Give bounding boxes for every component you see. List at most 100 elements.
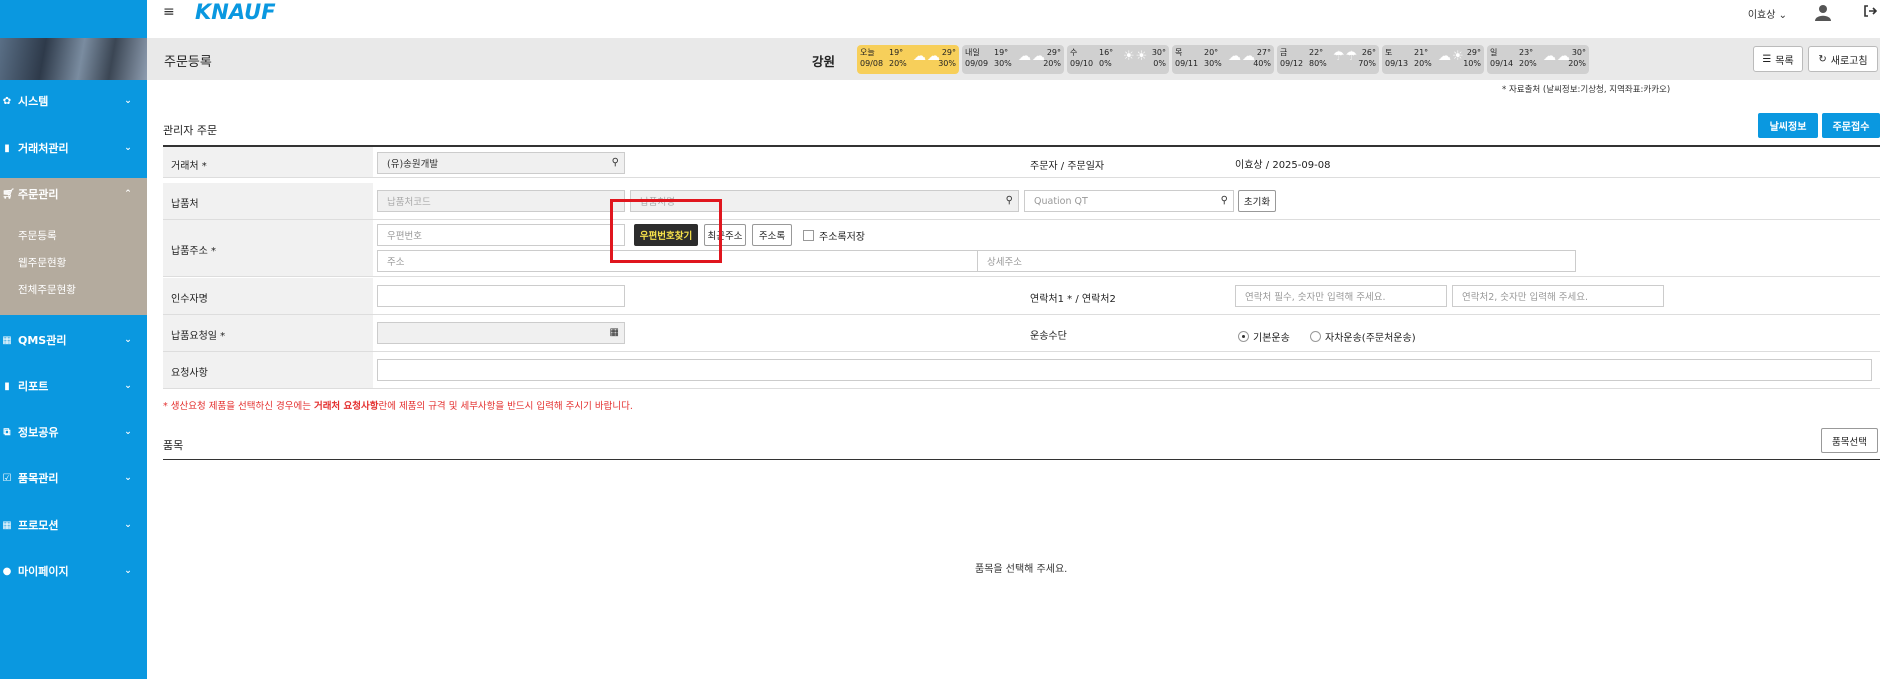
submenu-order-register[interactable]: 주문등록: [18, 228, 57, 243]
delivery-label: 납품처: [171, 199, 199, 210]
form-row-client: 거래처 * (유)송원개발 ⚲ 주문자 / 주문일자 이효상 / 2025-09…: [163, 147, 1880, 178]
logout-icon[interactable]: [1863, 4, 1877, 18]
contact2-input[interactable]: 연락처2, 숫자만 입력해 주세요.: [1452, 285, 1664, 307]
request-date-label: 납품요청일 *: [171, 331, 226, 342]
apps-icon: ▦: [2, 519, 12, 531]
chevron-down-icon: ⌄: [124, 473, 132, 483]
sidebar-item-products[interactable]: ☑ 품목관리 ⌄: [0, 467, 147, 489]
sidebar-item-mypage[interactable]: ● 마이페이지 ⌄: [0, 560, 147, 582]
form-row-request: 요청사항: [163, 352, 1880, 389]
client-label: 거래처 *: [171, 161, 207, 172]
form-row-address: 납품주소 * 우편번호 우편번호찾기 최근주소 주소록 주소록저장 주소 상세주…: [163, 220, 1880, 277]
delivery-code-input[interactable]: 납품처코드: [377, 190, 625, 212]
gear-icon: ✿: [2, 95, 12, 107]
sidebar-item-promotion[interactable]: ▦ 프로모션 ⌄: [0, 514, 147, 536]
reset-button[interactable]: 초기화: [1238, 190, 1276, 212]
save-address-checkbox[interactable]: [803, 230, 814, 241]
orderer-value: 이효상 / 2025-09-08: [1235, 160, 1331, 171]
chevron-down-icon: ⌄: [124, 427, 132, 437]
address-label: 납품주소 *: [171, 246, 216, 257]
page-header: 주문등록 강원 오늘 09/08 19° 20% ☁☁ 29° 30% 내일 09/09…: [147, 38, 1880, 80]
weather-card: 수 09/10 16° 0% ☀☀ 30° 0%: [1067, 45, 1169, 74]
cloud-icon: ☁☁: [1228, 49, 1256, 64]
recipient-label: 인수자명: [171, 294, 208, 305]
weather-region: 강원: [812, 54, 836, 69]
cloud-icon: ☁☁: [913, 49, 941, 64]
weather-card: 금 09/12 22° 80% ☂☂ 26° 70%: [1277, 45, 1379, 74]
weather-card: 목 09/11 20° 30% ☁☁ 27° 40%: [1172, 45, 1274, 74]
transport-label: 운송수단: [1030, 331, 1067, 342]
cart-icon: 🛒︎: [2, 188, 15, 200]
section-title: 관리자 주문: [163, 124, 218, 137]
recipient-input[interactable]: [377, 285, 625, 307]
sidebar-item-orders[interactable]: 🛒︎ 주문관리 ⌃: [0, 183, 147, 205]
list-button[interactable]: ☰ 목록: [1753, 46, 1803, 72]
highlight-box: [610, 199, 722, 263]
weather-card: 일 09/14 23° 20% ☁☁ 30° 20%: [1487, 45, 1589, 74]
sidebar-item-clients[interactable]: ▮ 거래처관리 ⌄: [0, 137, 147, 159]
user-icon: ●: [2, 565, 12, 577]
share-icon: ⧉: [3, 426, 11, 438]
cloud-sun-icon: ☁☀: [1438, 49, 1465, 64]
calendar-icon[interactable]: ▦: [610, 327, 619, 338]
page-title: 주문등록: [164, 55, 212, 70]
transport-own-label: 자차운송(주문처운송): [1325, 333, 1416, 344]
checklist-icon: ☑: [2, 472, 12, 484]
form-row-recipient: 인수자명 연락처1 * / 연락처2 연락처 필수, 숫자만 입력해 주세요. …: [163, 278, 1880, 315]
select-items-button[interactable]: 품목선택: [1821, 428, 1878, 453]
hamburger-menu-icon[interactable]: ≡: [163, 4, 175, 20]
request-date-input[interactable]: ▦: [377, 322, 625, 344]
chevron-down-icon: ⌄: [124, 566, 132, 576]
sidebar-item-system[interactable]: ✿ 시스템 ⌄: [0, 90, 147, 112]
grid-icon: ▦: [2, 334, 12, 346]
transport-default-radio[interactable]: [1238, 331, 1249, 342]
knauf-logo[interactable]: KNAUF: [195, 0, 276, 24]
weather-card: 내일 09/09 19° 30% ☁☁ 29° 20%: [962, 45, 1064, 74]
contact1-input[interactable]: 연락처 필수, 숫자만 입력해 주세요.: [1235, 285, 1447, 307]
sidebar-item-share[interactable]: ⧉ 정보공유 ⌄: [0, 421, 147, 443]
data-source-note: * 자료출처 (날씨정보:기상청, 지역좌표:카카오): [1502, 85, 1671, 95]
submenu-web-orders[interactable]: 웹주문현황: [18, 255, 66, 270]
refresh-button[interactable]: ↻ 새로고침: [1808, 46, 1878, 72]
submenu-all-orders[interactable]: 전체주문현황: [18, 282, 76, 297]
items-section-title: 품목: [163, 439, 184, 452]
chevron-up-icon: ⌃: [124, 189, 132, 199]
chevron-down-icon: ⌄: [124, 520, 132, 530]
search-icon[interactable]: ⚲: [612, 157, 619, 168]
rain-icon: ☂☂: [1333, 49, 1359, 64]
chevron-down-icon: ⌄: [124, 381, 132, 391]
sidebar: ✿ 시스템 ⌄ ▮ 거래처관리 ⌄ 🛒︎ 주문관리 ⌃ 주문등록 웹주문현황 전…: [0, 0, 147, 679]
sidebar-item-report[interactable]: ▮ 리포트 ⌄: [0, 375, 147, 397]
detail-address-input[interactable]: 상세주소: [977, 250, 1576, 272]
list-icon: ☰: [1762, 53, 1772, 65]
topbar: ≡ KNAUF 이효상 ⌄: [147, 0, 1880, 38]
orders-submenu: 주문등록 웹주문현황 전체주문현황: [0, 209, 147, 315]
weather-info-button[interactable]: 날씨정보: [1758, 113, 1818, 138]
submit-order-button[interactable]: 주문접수: [1822, 113, 1880, 138]
zipcode-input[interactable]: 우편번호: [377, 224, 625, 246]
orderer-label: 주문자 / 주문일자: [1030, 161, 1105, 172]
production-request-note: * 생산요청 제품을 선택하신 경우에는 거래처 요청사항란에 제품의 규격 및…: [163, 401, 633, 412]
empty-items-message: 품목을 선택해 주세요.: [975, 564, 1068, 575]
request-notes-label: 요청사항: [171, 368, 208, 379]
quotation-input[interactable]: Quation QT ⚲: [1024, 190, 1234, 212]
report-icon: ▮: [4, 380, 10, 392]
weather-card: 토 09/13 21° 20% ☁☀ 29° 10%: [1382, 45, 1484, 74]
user-menu[interactable]: 이효상 ⌄: [1748, 6, 1787, 21]
form-row-date: 납품요청일 * ▦ 운송수단 기본운송 자차운송(주문처운송): [163, 315, 1880, 352]
address-book-button[interactable]: 주소록: [752, 224, 792, 246]
search-icon[interactable]: ⚲: [1221, 195, 1228, 206]
sun-icon: ☀☀: [1123, 49, 1149, 64]
search-icon[interactable]: ⚲: [1006, 195, 1013, 206]
sidebar-item-qms[interactable]: ▦ QMS관리 ⌄: [0, 329, 147, 351]
refresh-icon: ↻: [1818, 53, 1827, 65]
chevron-down-icon: ⌄: [124, 143, 132, 153]
client-field[interactable]: (유)송원개발 ⚲: [377, 152, 625, 174]
form-row-delivery: 납품처 납품처코드 납품처명 ⚲ Quation QT ⚲ 초기화: [163, 183, 1880, 220]
contact-label: 연락처1 * / 연락처2: [1030, 294, 1116, 305]
avatar-icon[interactable]: [1814, 3, 1832, 21]
bookmark-icon: ▮: [4, 142, 10, 154]
transport-default-label: 기본운송: [1253, 333, 1290, 344]
transport-own-radio[interactable]: [1310, 331, 1321, 342]
request-notes-input[interactable]: [377, 359, 1872, 381]
